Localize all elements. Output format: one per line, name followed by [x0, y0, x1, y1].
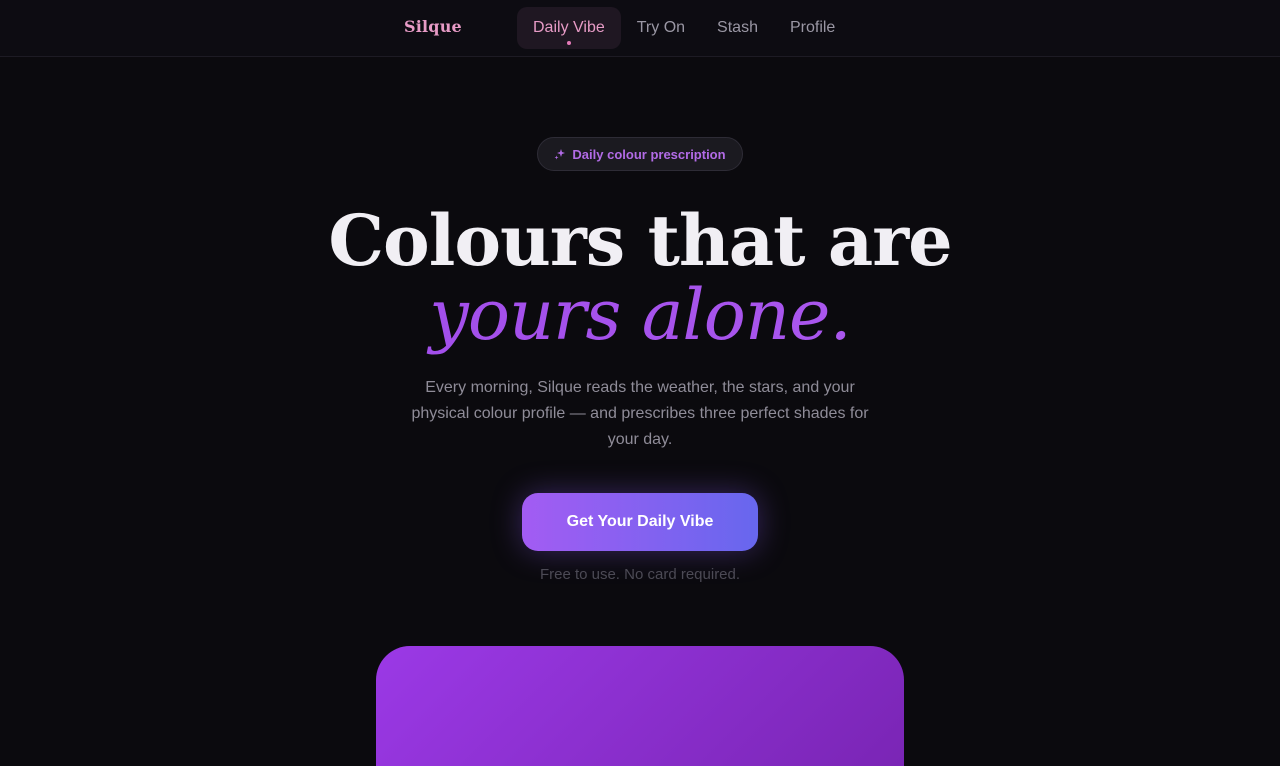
sparkle-icon — [554, 149, 566, 160]
preview-card — [376, 646, 904, 766]
active-indicator-dot — [566, 41, 571, 45]
hero-badge: Daily colour prescription — [537, 137, 743, 171]
cta-note: Free to use. No card required. — [539, 566, 741, 583]
get-daily-vibe-button[interactable]: Get Your Daily Vibe — [522, 493, 758, 551]
hero-headline-accent: yours alone. — [0, 272, 1280, 358]
nav-item-label: Profile — [789, 19, 836, 36]
hero-description: Every morning, Silque reads the weather,… — [411, 379, 869, 448]
nav-item-daily-vibe[interactable]: Daily Vibe — [517, 7, 621, 49]
main-nav: Daily Vibe Try On Stash Profile — [517, 7, 851, 49]
nav-item-label: Try On — [636, 19, 686, 36]
nav-item-stash[interactable]: Stash — [701, 7, 774, 49]
nav-item-profile[interactable]: Profile — [774, 7, 851, 49]
nav-item-label: Stash — [717, 19, 758, 36]
nav-item-try-on[interactable]: Try On — [621, 7, 701, 49]
top-nav-bar: Silque Daily Vibe Try On Stash Profile — [0, 0, 1280, 57]
nav-item-label: Daily Vibe — [533, 19, 605, 36]
brand-logo[interactable]: Silque — [404, 17, 462, 36]
hero-badge-label: Daily colour prescription — [572, 146, 726, 162]
